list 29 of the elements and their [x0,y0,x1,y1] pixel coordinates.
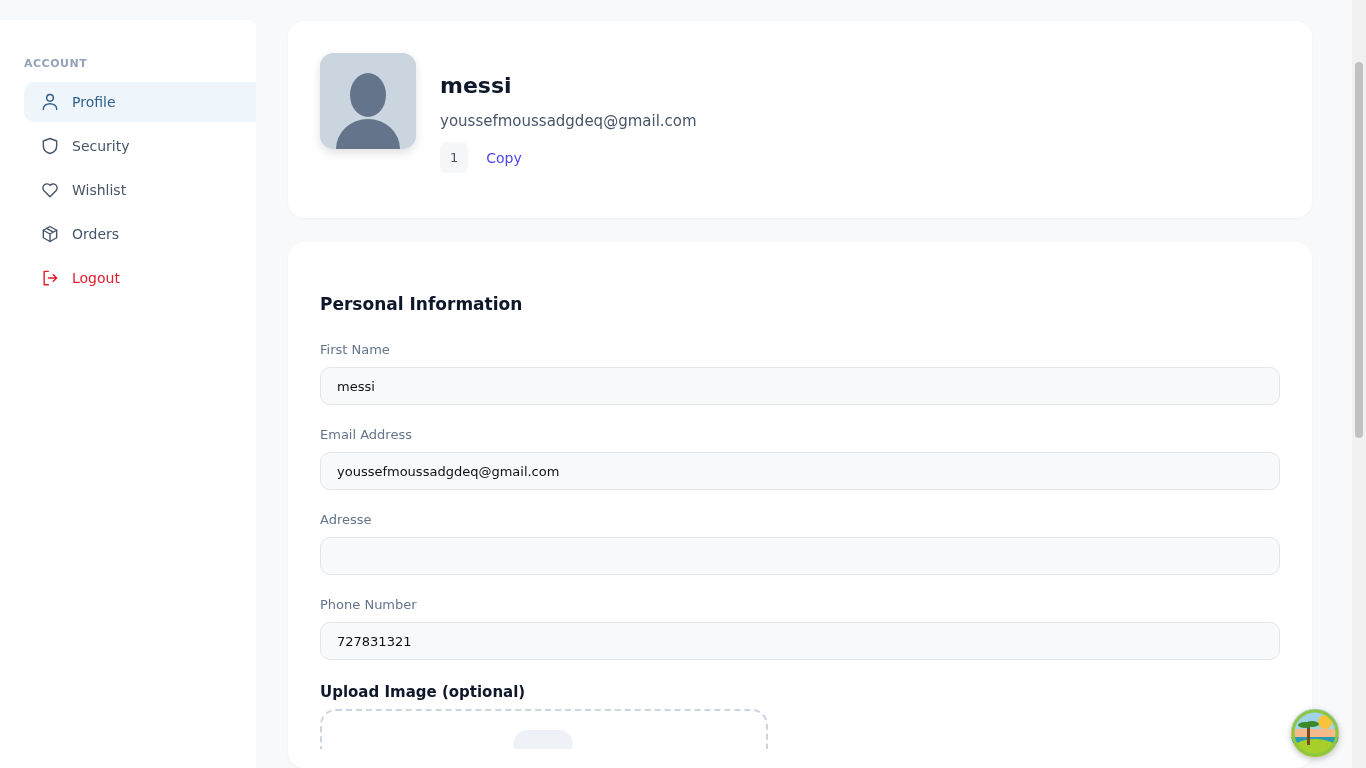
input-field[interactable]: 727831321 [320,622,1280,660]
heart-icon [40,180,60,200]
upload-dropzone[interactable] [320,709,768,749]
copy-link[interactable]: Copy [486,149,522,166]
box-icon [40,224,60,244]
shield-icon [40,136,60,156]
floating-button[interactable] [1291,709,1339,757]
person-icon [40,92,60,112]
sidebar-item[interactable]: Security [24,126,256,166]
input-field[interactable]: youssefmoussadgdeq@gmail.com [320,452,1280,490]
field-label: Adresse [320,512,372,527]
sidebar-item[interactable]: Orders [24,214,256,254]
user-id: 1 [440,142,469,173]
input-field[interactable] [320,537,1280,575]
scrollbar-thumb[interactable] [1355,62,1363,438]
logout-icon [40,268,60,288]
sidebar-item[interactable]: Logout [24,258,256,298]
field-label: First Name [320,342,390,357]
upload-title: Upload Image (optional) [320,683,526,701]
field-label: Phone Number [320,597,417,612]
sidebar-item[interactable]: Wishlist [24,170,256,210]
section-title: Personal Information [320,294,523,314]
section-heading: ACCOUNT [23,56,89,70]
sidebar-item[interactable]: Profile [24,82,256,122]
avatar-icon [320,53,416,149]
user-name: messi [440,73,513,98]
user-email: youssefmoussadgdeq@gmail.com [440,112,697,130]
input-field[interactable]: messi [320,367,1280,405]
field-label: Email Address [320,427,412,442]
